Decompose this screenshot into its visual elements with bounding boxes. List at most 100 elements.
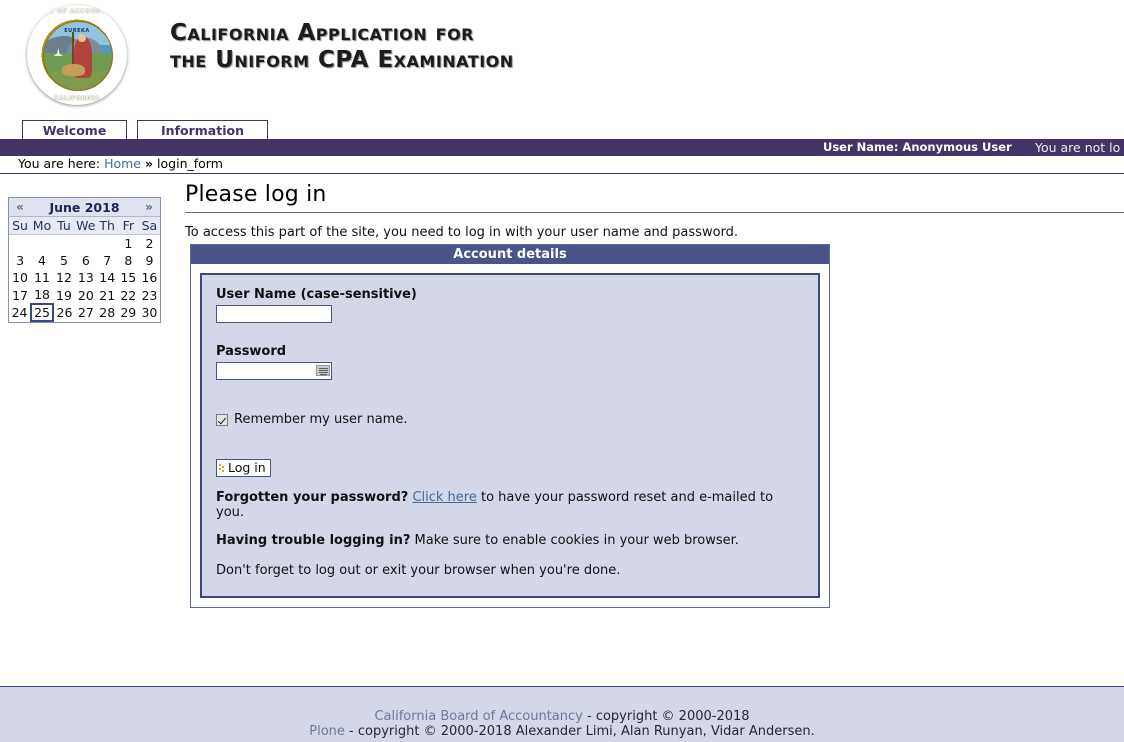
site-footer: California Board of Accountancy - copyri… <box>0 686 1124 742</box>
calendar-month-title: June 2018 <box>49 199 120 215</box>
site-header: BOARD OF ACCOUNTANCY EUREKA CALIFORNIA C… <box>0 0 1124 118</box>
calendar-week-row: 3456789 <box>9 252 160 269</box>
login-form-body: User Name (case-sensitive) Password Reme… <box>200 273 820 598</box>
calendar-day-cell[interactable]: 8 <box>118 252 139 269</box>
password-input[interactable] <box>216 362 332 380</box>
calendar-day-cell[interactable]: 23 <box>139 286 160 304</box>
calendar-day-cell[interactable]: 15 <box>118 269 139 286</box>
logout-reminder: Don't forget to log out or exit your bro… <box>216 563 621 578</box>
calendar-grid: Su Mo Tu We Th Fr Sa 1 2 3 4 5 6 7 8 9 10 11 12 13 14… <box>9 217 160 322</box>
calendar-day-cell[interactable]: 28 <box>97 304 118 321</box>
calendar-day-cell[interactable]: 30 <box>139 304 160 321</box>
calendar-day-cell[interactable]: 3 <box>9 252 31 269</box>
remember-username-label: Remember my user name. <box>234 412 408 427</box>
calendar-week-row: 10 11 12 13 14 15 16 <box>9 269 160 286</box>
calendar-day-cell[interactable]: 16 <box>139 269 160 286</box>
forgot-password-bold: Forgotten your password? <box>216 490 409 505</box>
seal-text-top: BOARD OF ACCOUNTANCY <box>28 8 126 15</box>
calendar-day-cell[interactable]: 9 <box>139 252 160 269</box>
calendar-day-cell[interactable]: 21 <box>97 286 118 304</box>
calendar-day-cell[interactable]: 6 <box>75 252 97 269</box>
calendar-weekday: Sa <box>138 217 160 235</box>
username-input[interactable] <box>216 305 332 323</box>
calendar-day-cell[interactable]: 4 <box>31 252 53 269</box>
calendar-header: « June 2018 » <box>9 198 160 217</box>
footer-line-1: California Board of Accountancy - copyri… <box>0 709 1124 724</box>
calendar-body: 1 2 3 4 5 6 7 8 9 10 11 12 13 14 15 16 17 18 19 20 21 22 23 24 2… <box>9 235 160 322</box>
cba-seal-logo[interactable]: BOARD OF ACCOUNTANCY EUREKA CALIFORNIA <box>27 5 127 105</box>
calendar-day-cell[interactable]: 12 <box>53 269 75 286</box>
calendar-day-cell[interactable]: 2 <box>139 235 160 253</box>
calendar-weekday: Su <box>9 217 32 235</box>
calendar-day-cell[interactable]: 27 <box>75 304 97 321</box>
breadcrumb-prefix: You are here: <box>18 156 101 171</box>
site-title-line-2: the Uniform CPA Examination <box>170 47 514 73</box>
remember-username-checkbox[interactable] <box>216 413 228 426</box>
calendar-empty-cell <box>75 235 97 253</box>
calendar-day-cell[interactable]: 24 <box>9 304 31 321</box>
personal-bar-status: You are not lo <box>1035 140 1121 155</box>
calendar-day-cell[interactable]: 18 <box>31 286 53 304</box>
calendar-empty-cell <box>31 235 53 253</box>
tab-welcome[interactable]: Welcome <box>22 120 127 140</box>
login-submit-button[interactable]: Log in <box>216 459 271 477</box>
footer-plone-copyright: - copyright © 2000-2018 Alexander Limi, … <box>349 724 815 739</box>
calendar-day-cell[interactable]: 7 <box>97 252 118 269</box>
calendar-day-cell[interactable]: 14 <box>97 269 118 286</box>
login-button-label: Log in <box>228 460 266 475</box>
calendar-day-cell[interactable]: 19 <box>53 286 75 304</box>
login-button-icon <box>219 463 225 473</box>
site-title: California Application for the Uniform C… <box>170 20 514 74</box>
calendar-weekday: Tu <box>52 217 76 235</box>
password-label: Password <box>216 344 287 359</box>
calendar-empty-cell <box>97 235 118 253</box>
calendar-day-cell[interactable]: 25 <box>30 303 54 322</box>
login-form: Account details User Name (case-sensitiv… <box>190 244 830 608</box>
seal-icon: BOARD OF ACCOUNTANCY EUREKA CALIFORNIA <box>27 5 127 105</box>
trouble-rest: Make sure to enable cookies in your web … <box>414 533 739 548</box>
calendar-day-cell[interactable]: 13 <box>75 269 97 286</box>
footer-cba-copyright: - copyright © 2000-2018 <box>587 709 750 724</box>
footer-cba-link[interactable]: California Board of Accountancy <box>374 709 582 724</box>
calendar-week-row: 24 25 26 27 28 29 30 <box>9 303 160 322</box>
calendar-week-row: 12 <box>9 235 160 253</box>
trouble-logging-in-line: Having trouble logging in? Make sure to … <box>216 533 804 548</box>
calendar-day-cell[interactable]: 29 <box>118 304 139 321</box>
calendar-day-cell[interactable]: 11 <box>31 269 53 286</box>
password-field-wrap <box>216 362 332 380</box>
calendar-empty-cell <box>9 235 31 253</box>
calendar-day-cell[interactable]: 17 <box>9 286 31 304</box>
main-content: Please log in To access this part of the… <box>185 182 1124 608</box>
form-legend-account-details: Account details <box>191 245 829 264</box>
site-title-line-1: California Application for <box>170 20 474 46</box>
calendar-prev-month-button[interactable]: « <box>9 200 31 214</box>
footer-plone-link[interactable]: Plone <box>309 724 345 739</box>
calendar-next-month-button[interactable]: » <box>138 200 160 214</box>
footer-line-2: Plone - copyright © 2000-2018 Alexander … <box>0 724 1124 739</box>
tab-information[interactable]: Information <box>137 120 268 140</box>
breadcrumb: You are here: Home » login_form <box>0 156 1124 174</box>
calendar-weekday-row: Su Mo Tu We Th Fr Sa <box>9 217 160 235</box>
breadcrumb-separator: » <box>144 156 154 171</box>
seal-motto-text: EUREKA <box>64 28 90 34</box>
breadcrumb-current: login_form <box>157 156 223 171</box>
password-reset-link[interactable]: Click here <box>412 490 476 505</box>
page-description: To access this part of the site, you nee… <box>185 225 739 240</box>
keyboard-icon[interactable] <box>316 365 330 376</box>
calendar-day-cell[interactable]: 22 <box>118 286 139 304</box>
seal-text-bottom: CALIFORNIA <box>54 95 100 102</box>
username-label: User Name (case-sensitive) <box>216 287 417 302</box>
breadcrumb-home-link[interactable]: Home <box>104 156 141 171</box>
page-title: Please log in <box>185 182 1124 213</box>
remember-username-row[interactable]: Remember my user name. <box>216 412 804 427</box>
calendar-day-cell[interactable]: 10 <box>9 269 31 286</box>
calendar-weekday: Th <box>96 217 118 235</box>
calendar-day-cell[interactable]: 5 <box>53 252 75 269</box>
calendar-day-cell[interactable]: 1 <box>118 235 139 253</box>
calendar-day-cell[interactable]: 26 <box>53 304 75 321</box>
forgot-password-line: Forgotten your password? Click here to h… <box>216 490 804 520</box>
calendar-portlet: « June 2018 » Su Mo Tu We Th Fr Sa 12345… <box>8 197 161 323</box>
calendar-weekday: Fr <box>117 217 139 235</box>
calendar-empty-cell <box>53 235 75 253</box>
calendar-day-cell[interactable]: 20 <box>75 286 97 304</box>
